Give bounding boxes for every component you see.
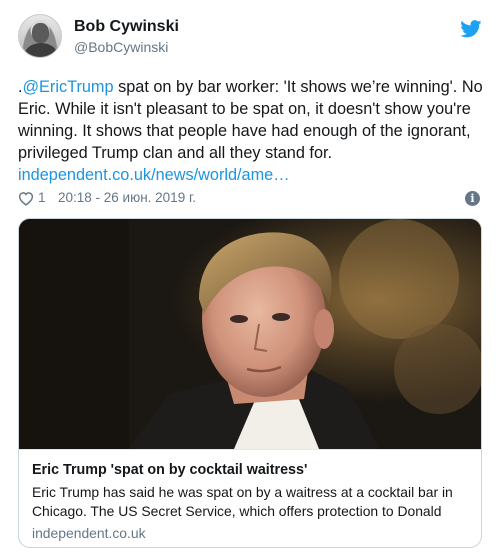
- card-image: [19, 219, 481, 449]
- mention-link[interactable]: @EricTrump: [23, 78, 114, 96]
- avatar[interactable]: [18, 14, 62, 58]
- tweet-embed: Bob Cywinski @BobCywinski .@EricTrump sp…: [0, 0, 500, 553]
- article-link[interactable]: independent.co.uk/news/world/ame…: [18, 166, 290, 184]
- card-body: Eric Trump 'spat on by cocktail waitress…: [19, 449, 481, 547]
- card-title[interactable]: Eric Trump 'spat on by cocktail waitress…: [32, 461, 468, 480]
- card-domain: independent.co.uk: [32, 525, 146, 541]
- tweet-header: Bob Cywinski @BobCywinski: [18, 14, 482, 62]
- twitter-bird-icon[interactable]: [460, 20, 482, 38]
- heart-icon[interactable]: [18, 191, 34, 206]
- like-count[interactable]: 1: [38, 190, 46, 205]
- info-icon[interactable]: i: [465, 191, 480, 206]
- link-card[interactable]: Eric Trump 'spat on by cocktail waitress…: [18, 218, 482, 548]
- author-display-name[interactable]: Bob Cywinski: [74, 18, 179, 36]
- card-description: Eric Trump has said he was spat on by a …: [32, 484, 453, 519]
- tweet-meta: 1 20:18 - 26 июн. 2019 г. i: [18, 190, 482, 208]
- timestamp[interactable]: 20:18 - 26 июн. 2019 г.: [58, 190, 196, 205]
- tweet-text: .@EricTrump spat on by bar worker: 'It s…: [18, 76, 484, 186]
- author-handle[interactable]: @BobCywinski: [74, 39, 168, 55]
- card-photo: [19, 219, 481, 449]
